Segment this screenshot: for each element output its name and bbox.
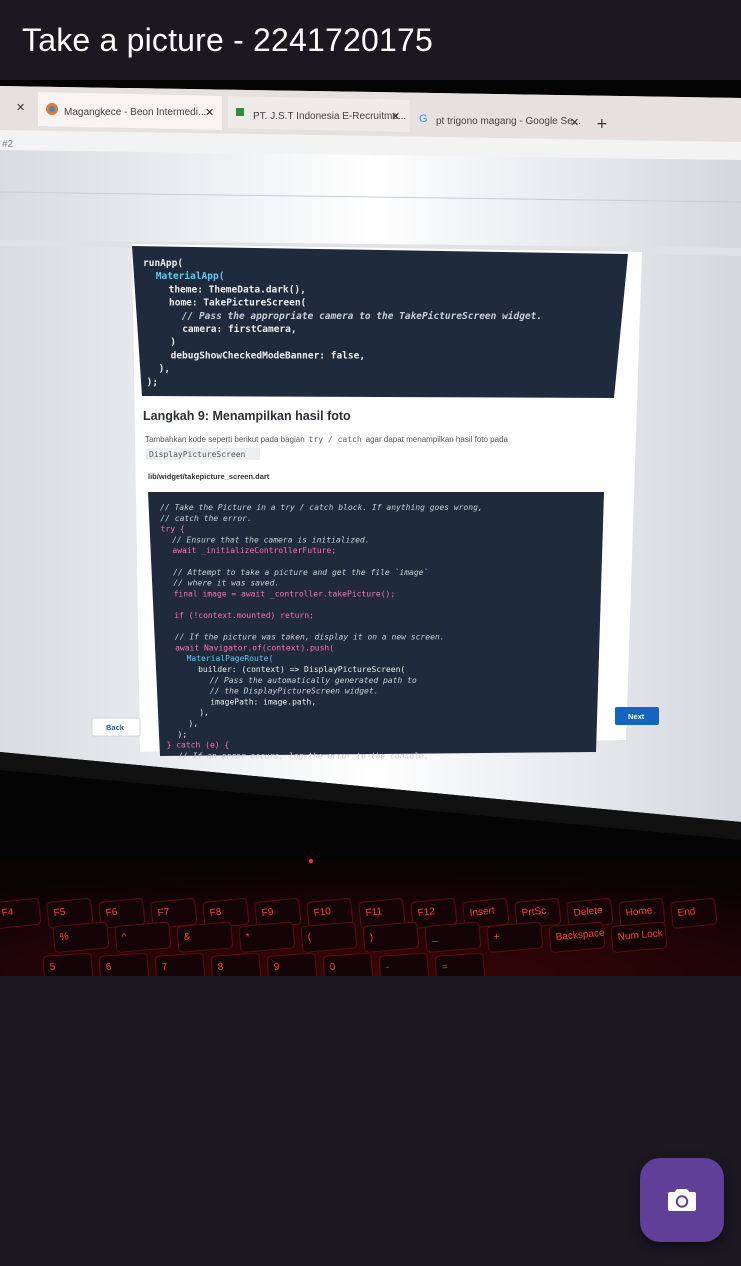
keyboard-key-label: End bbox=[677, 906, 696, 919]
code-line: MaterialApp( bbox=[156, 271, 225, 282]
address-text: #2 bbox=[2, 139, 14, 150]
code-line: // If an error occurs, log the error to … bbox=[178, 751, 428, 760]
browser-tab[interactable]: Magangkece - Beon Intermedi... bbox=[64, 107, 206, 118]
code-block-2 bbox=[148, 492, 604, 756]
keyboard-key-label: F7 bbox=[157, 907, 170, 919]
close-icon[interactable]: ✕ bbox=[16, 101, 25, 114]
code-line: ); bbox=[147, 377, 158, 388]
take-picture-button[interactable] bbox=[640, 1158, 724, 1242]
keyboard-key-label: F6 bbox=[105, 907, 118, 919]
browser-tab[interactable]: pt trigono magang - Google Se... bbox=[436, 116, 581, 127]
keyboard-key-label: % bbox=[59, 931, 69, 943]
code-line: ), bbox=[159, 364, 170, 375]
camera-photo-preview: G Magangkece - Beon Intermedi... PT. J.S… bbox=[0, 80, 741, 976]
code-line: if (!context.mounted) return; bbox=[174, 611, 314, 620]
keyboard-key-label: F11 bbox=[365, 906, 383, 919]
code-line: // Pass the automatically generated path… bbox=[210, 676, 417, 685]
code-line: } catch (e) { bbox=[167, 741, 230, 750]
code-line: await _initializeControllerFuture; bbox=[172, 546, 336, 555]
back-button-label: Back bbox=[106, 723, 125, 732]
keyboard-key-label: F4 bbox=[1, 907, 14, 919]
browser-tab[interactable]: PT. J.S.T Indonesia E-Recruitme... bbox=[253, 111, 406, 122]
inline-code: DisplayPictureScreen bbox=[149, 450, 246, 459]
code-line: // Take the Picture in a try / catch blo… bbox=[160, 503, 483, 512]
google-icon: G bbox=[419, 113, 428, 125]
code-line: camera: firstCamera, bbox=[182, 324, 296, 335]
keyboard-key-label: = bbox=[441, 962, 448, 973]
code-line: builder: (context) => DisplayPictureScre… bbox=[198, 665, 405, 674]
camera-icon bbox=[668, 1189, 696, 1211]
code-line: ); bbox=[178, 730, 188, 739]
keyboard-key-label: + bbox=[493, 932, 500, 943]
tab-favicon bbox=[236, 108, 244, 116]
code-block-1 bbox=[132, 246, 628, 398]
keyboard-key-label: F12 bbox=[417, 906, 436, 919]
file-path: lib/widget/takepicture_screen.dart bbox=[148, 472, 270, 481]
next-button-label: Next bbox=[628, 712, 645, 721]
section-heading: Langkah 9: Menampilkan hasil foto bbox=[143, 409, 351, 423]
power-led bbox=[308, 858, 314, 864]
code-line: ), bbox=[199, 708, 209, 717]
code-line: // catch the error. bbox=[160, 514, 252, 523]
close-icon[interactable]: ✕ bbox=[570, 116, 579, 129]
code-line: MaterialPageRoute( bbox=[187, 654, 274, 663]
code-line: theme: ThemeData.dark(), bbox=[169, 284, 306, 295]
keyboard-key-label: F5 bbox=[53, 907, 66, 919]
code-line: try { bbox=[161, 525, 185, 534]
instruction-paragraph: Tambahkan kode seperti berikut pada bagi… bbox=[145, 435, 509, 444]
keyboard-key-label: F9 bbox=[261, 907, 274, 919]
keyboard-key-label: F8 bbox=[209, 907, 222, 919]
close-icon[interactable]: ✕ bbox=[205, 106, 214, 119]
app-bar: Take a picture - 2241720175 bbox=[0, 0, 741, 80]
code-line: ), bbox=[188, 719, 198, 728]
code-line: // If the picture was taken, display it … bbox=[175, 633, 445, 642]
close-icon[interactable]: ✕ bbox=[391, 110, 400, 123]
code-line: debugShowCheckedModeBanner: false, bbox=[171, 350, 365, 361]
keyboard-key-label: & bbox=[183, 931, 191, 943]
code-line: // where it was saved. bbox=[173, 579, 279, 588]
new-tab-icon[interactable]: + bbox=[596, 116, 608, 132]
code-line: await Navigator.of(context).push( bbox=[175, 643, 334, 652]
code-line: // Pass the appropriate camera to the Ta… bbox=[182, 311, 542, 322]
keyboard-key-label: F10 bbox=[313, 906, 332, 919]
code-line: // Attempt to take a picture and get the… bbox=[173, 567, 428, 577]
code-line: runApp( bbox=[143, 258, 183, 269]
code-line: // the DisplayPictureScreen widget. bbox=[210, 687, 379, 696]
code-line: ) bbox=[170, 337, 176, 348]
code-line: // Ensure that the camera is initialized… bbox=[172, 535, 369, 544]
code-line: imagePath: image.path, bbox=[210, 697, 316, 706]
app-bar-title: Take a picture - 2241720175 bbox=[22, 21, 434, 58]
code-line: home: TakePictureScreen( bbox=[169, 298, 306, 309]
code-line: final image = await _controller.takePict… bbox=[174, 589, 396, 598]
